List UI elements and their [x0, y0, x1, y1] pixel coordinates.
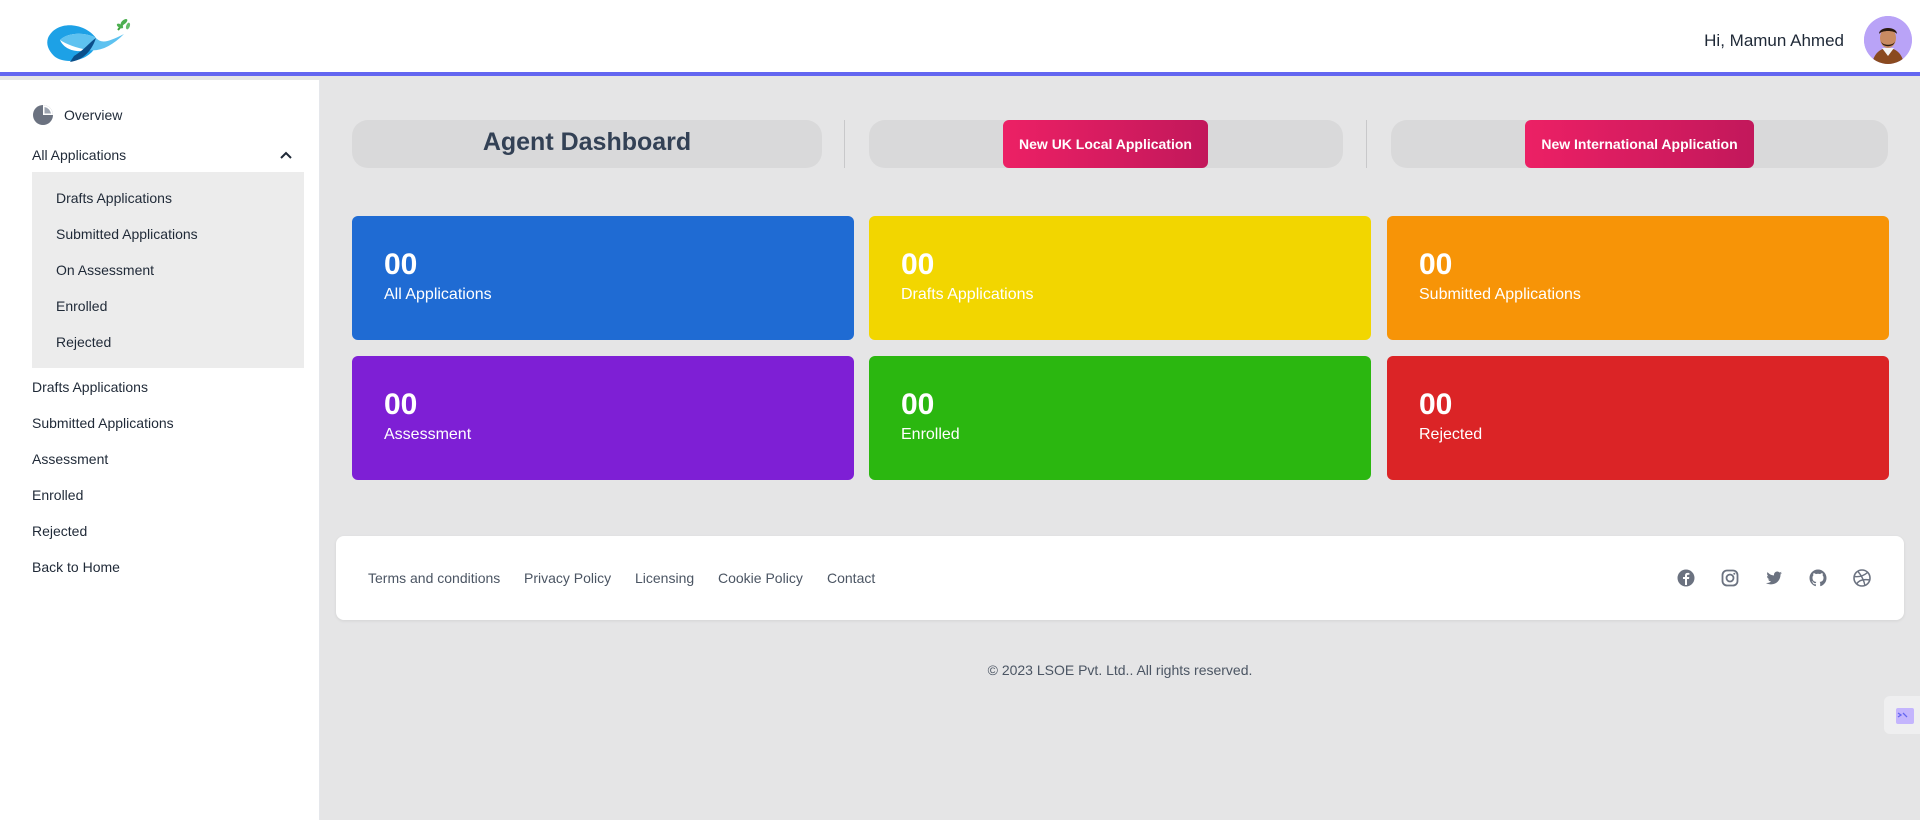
footer-link-privacy[interactable]: Privacy Policy — [524, 570, 611, 586]
footer-link-terms[interactable]: Terms and conditions — [368, 570, 500, 586]
stat-value: 00 — [384, 388, 418, 421]
submenu-item-submitted[interactable]: Submitted Applications — [56, 226, 198, 242]
copyright-text: © 2023 LSOE Pvt. Ltd.. All rights reserv… — [987, 662, 1253, 678]
user-greeting: Hi, Mamun Ahmed — [1704, 31, 1844, 50]
facebook-icon[interactable] — [1676, 568, 1696, 588]
stat-label: Rejected — [1419, 426, 1483, 443]
stat-card-rejected[interactable]: 00 Rejected — [1387, 356, 1889, 480]
footer: Terms and conditions Privacy Policy Lice… — [336, 536, 1904, 620]
stat-card-enrolled[interactable]: 00 Enrolled — [869, 356, 1371, 480]
twitter-icon[interactable] — [1764, 568, 1784, 588]
dribbble-icon[interactable] — [1852, 568, 1872, 588]
user-avatar[interactable] — [1864, 16, 1912, 64]
stat-label: Drafts Applications — [901, 286, 1034, 303]
sidebar-item-drafts[interactable]: Drafts Applications — [32, 379, 148, 395]
submenu-item-drafts[interactable]: Drafts Applications — [56, 190, 172, 206]
top-header: Hi, Mamun Ahmed — [0, 0, 1920, 76]
sidebar-item-enrolled[interactable]: Enrolled — [32, 487, 83, 503]
new-uk-local-application-button[interactable]: New UK Local Application — [1003, 120, 1208, 168]
stat-value: 00 — [901, 388, 935, 421]
chevron-up-icon[interactable] — [278, 148, 294, 162]
divider — [1366, 120, 1367, 168]
widget-icon — [1896, 708, 1914, 724]
new-international-application-button[interactable]: New International Application — [1525, 120, 1754, 168]
footer-link-contact[interactable]: Contact — [827, 570, 875, 586]
stat-value: 00 — [901, 248, 935, 281]
sidebar-item-assessment[interactable]: Assessment — [32, 451, 108, 467]
instagram-icon[interactable] — [1720, 568, 1740, 588]
footer-link-licensing[interactable]: Licensing — [635, 570, 694, 586]
brand-logo[interactable] — [44, 16, 132, 66]
sidebar-item-label: Overview — [64, 107, 123, 123]
sidebar-submenu: Drafts Applications Submitted Applicatio… — [32, 172, 304, 368]
sidebar-item-overview[interactable]: Overview — [32, 104, 122, 126]
stat-label: Submitted Applications — [1419, 286, 1581, 303]
stat-value: 00 — [1419, 388, 1453, 421]
stat-card-all-applications[interactable]: 00 All Applications — [352, 216, 854, 340]
sidebar-item-submitted[interactable]: Submitted Applications — [32, 415, 174, 431]
floating-widget[interactable] — [1884, 696, 1920, 734]
sidebar-item-back-to-home[interactable]: Back to Home — [32, 559, 120, 575]
submenu-item-rejected[interactable]: Rejected — [56, 334, 111, 350]
stat-label: Assessment — [384, 426, 472, 443]
sidebar-item-all-applications[interactable]: All Applications — [32, 147, 126, 163]
submenu-item-on-assessment[interactable]: On Assessment — [56, 262, 154, 278]
stat-card-submitted[interactable]: 00 Submitted Applications — [1387, 216, 1889, 340]
github-icon[interactable] — [1808, 568, 1828, 588]
footer-link-cookie-policy[interactable]: Cookie Policy — [718, 570, 803, 586]
sidebar-item-label: All Applications — [32, 147, 127, 163]
divider — [844, 120, 845, 168]
stat-label: All Applications — [384, 286, 492, 303]
stat-label: Enrolled — [901, 426, 960, 443]
stat-value: 00 — [384, 248, 418, 281]
submenu-item-enrolled[interactable]: Enrolled — [56, 298, 107, 314]
page-title: Agent Dashboard — [482, 128, 692, 156]
pie-chart-icon — [33, 105, 53, 125]
stat-card-drafts[interactable]: 00 Drafts Applications — [869, 216, 1371, 340]
stat-value: 00 — [1419, 248, 1453, 281]
stat-card-assessment[interactable]: 00 Assessment — [352, 356, 854, 480]
avatar-image — [1864, 16, 1912, 64]
sidebar-item-rejected[interactable]: Rejected — [32, 523, 87, 539]
